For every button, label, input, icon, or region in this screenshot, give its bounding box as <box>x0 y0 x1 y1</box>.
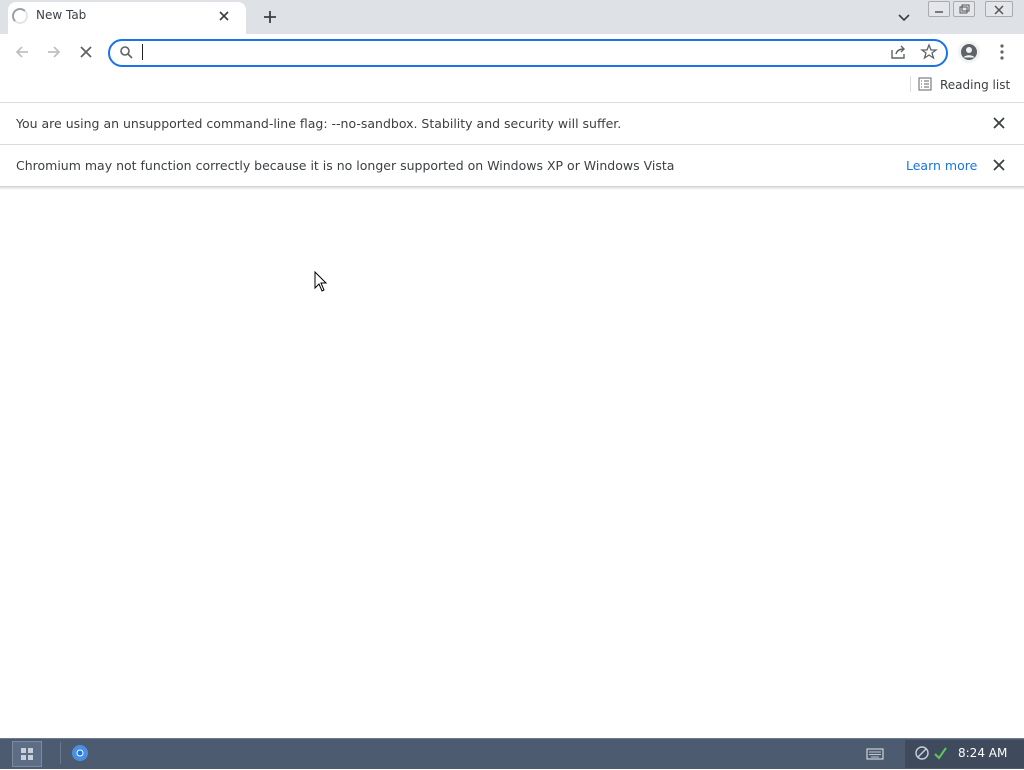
share-icon[interactable] <box>889 43 907 61</box>
tab-loading-spinner-icon <box>12 8 28 24</box>
address-input[interactable] <box>142 44 872 60</box>
stop-icon[interactable] <box>76 42 96 62</box>
security-shield-icon[interactable] <box>932 745 948 761</box>
infobar-close-icon[interactable] <box>991 115 1007 131</box>
tab-title: New Tab <box>36 8 87 22</box>
text-caret <box>142 44 143 60</box>
search-icon <box>118 44 134 60</box>
reading-list-label: Reading list <box>940 78 1011 92</box>
start-button[interactable] <box>12 741 42 767</box>
kebab-menu-icon[interactable] <box>994 43 1010 61</box>
chromium-icon[interactable] <box>70 743 90 763</box>
reading-list-button[interactable]: Reading list <box>918 75 1010 95</box>
page-content[interactable] <box>0 190 1024 738</box>
keyboard-icon[interactable] <box>866 746 884 760</box>
bookmark-bar <box>0 70 1024 103</box>
reading-list-icon <box>918 76 932 95</box>
infobar-close-icon[interactable] <box>991 157 1007 173</box>
forward-arrow-icon[interactable] <box>44 42 64 62</box>
bookmark-separator <box>910 76 911 92</box>
profile-icon[interactable] <box>958 41 980 63</box>
back-arrow-icon[interactable] <box>12 42 32 62</box>
mouse-cursor-icon <box>314 270 328 297</box>
star-icon[interactable] <box>920 43 938 61</box>
infobar-sandbox-text: You are using an unsupported command-lin… <box>16 116 622 131</box>
chevron-down-icon[interactable] <box>896 9 912 25</box>
taskbar-clock[interactable]: 8:24 AM <box>958 746 1007 760</box>
restore-button[interactable] <box>953 1 975 17</box>
network-icon[interactable] <box>914 745 930 761</box>
infobar-unsupported-os-text: Chromium may not function correctly beca… <box>16 158 675 173</box>
minimize-button[interactable] <box>928 1 950 17</box>
taskbar-separator <box>60 742 61 764</box>
new-tab-button[interactable] <box>258 6 282 28</box>
learn-more-link[interactable]: Learn more <box>906 158 977 173</box>
tab-close-icon[interactable] <box>216 8 232 24</box>
close-window-button[interactable] <box>985 1 1013 17</box>
